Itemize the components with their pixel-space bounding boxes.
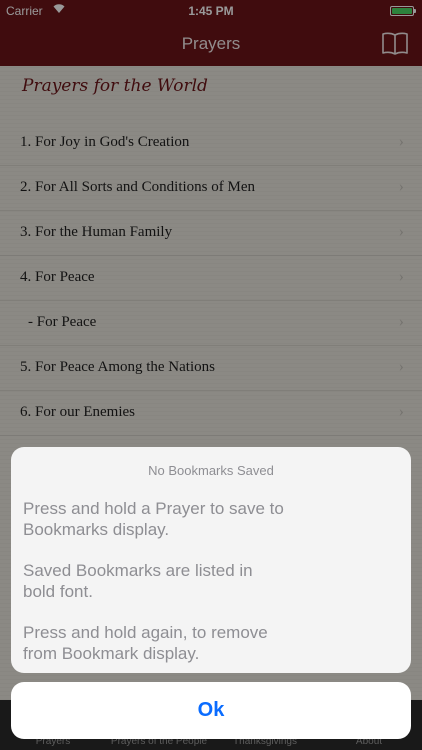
alert-title: No Bookmarks Saved [148,463,274,478]
alert-message-line: Press and hold again, to remove [23,623,268,642]
no-bookmarks-alert: No Bookmarks Saved Press and hold a Pray… [11,447,411,673]
alert-message-line: Saved Bookmarks are listed in [23,561,253,580]
alert-message-line: from Bookmark display. [23,644,200,663]
ok-button[interactable]: Ok [11,682,411,739]
alert-message-line: bold font. [23,582,93,601]
alert-message-line: Press and hold a Prayer to save to [23,499,284,518]
alert-message-line: Bookmarks display. [23,520,170,539]
